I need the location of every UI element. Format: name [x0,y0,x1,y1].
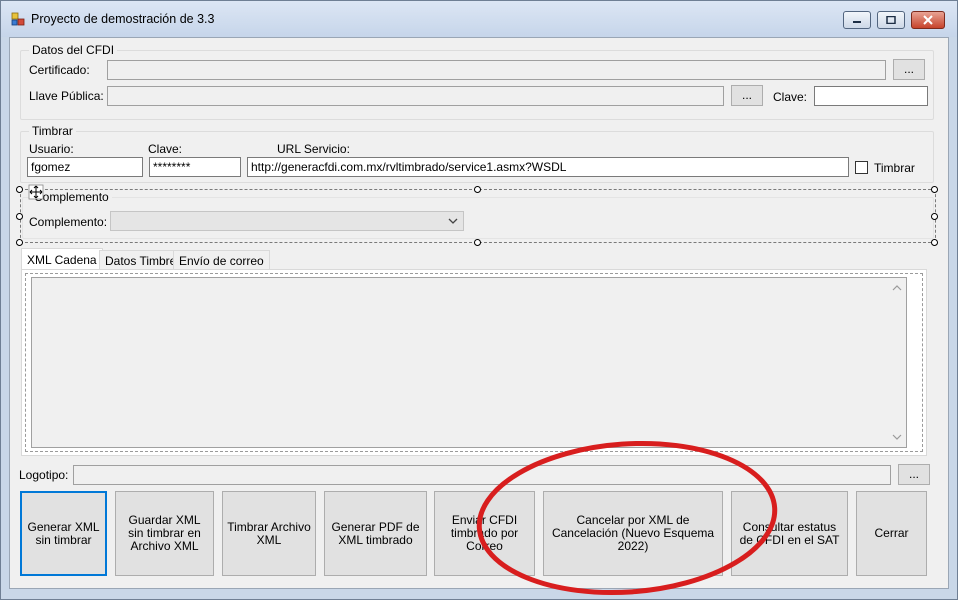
generar-pdf-button[interactable]: Generar PDF de XML timbrado [324,491,427,576]
timbrar-clave-field[interactable]: ******** [149,157,241,177]
resize-handle[interactable] [474,239,481,246]
usuario-field[interactable]: fgomez [27,157,143,177]
timbrar-checkbox[interactable] [855,161,868,174]
main-window: Proyecto de demostración de 3.3 Datos de… [0,0,958,600]
complemento-label: Complemento: [29,215,108,229]
cfdi-clave-label: Clave: [773,90,808,104]
logotipo-label: Logotipo: [19,468,69,482]
form-client-area: Datos del CFDI Certificado: ... Llave Pú… [9,37,949,589]
resize-handle[interactable] [474,186,481,193]
timbrar-group-title: Timbrar [29,124,76,138]
resize-handle[interactable] [931,239,938,246]
resize-handle[interactable] [16,213,23,220]
cancelar-xml-button[interactable]: Cancelar por XML de Cancelación (Nuevo E… [543,491,723,576]
enviar-cfdi-button[interactable]: Enviar CFDI timbrado por Correo [434,491,535,576]
close-icon [923,15,933,25]
llave-publica-browse-button[interactable]: ... [731,85,763,106]
cerrar-button[interactable]: Cerrar [856,491,927,576]
logotipo-field[interactable] [73,465,891,485]
llave-publica-field[interactable] [107,86,724,106]
window-title: Proyecto de demostración de 3.3 [31,12,215,26]
timbrar-archivo-button[interactable]: Timbrar Archivo XML [222,491,316,576]
certificado-field[interactable] [107,60,886,80]
generar-xml-button[interactable]: Generar XML sin timbrar [20,491,107,576]
tab-xml-cadena[interactable]: XML Cadena [21,248,103,270]
cfdi-group-title: Datos del CFDI [29,43,118,57]
xml-cadena-textarea[interactable] [31,277,907,448]
complemento-dropdown[interactable] [110,211,464,231]
move-handle-icon[interactable] [28,184,44,200]
maximize-button[interactable] [877,11,905,29]
tab-envio-correo[interactable]: Envío de correo [173,250,270,270]
consultar-estatus-button[interactable]: Consultar estatus de CFDI en el SAT [731,491,848,576]
maximize-icon [886,16,896,24]
resize-handle[interactable] [16,239,23,246]
chevron-down-icon [448,218,458,224]
minimize-icon [853,21,861,23]
logotipo-browse-button[interactable]: ... [898,464,930,485]
scroll-up-icon[interactable] [891,283,903,293]
minimize-button[interactable] [843,11,871,29]
cfdi-clave-field[interactable] [814,86,928,106]
usuario-label: Usuario: [29,142,74,156]
title-bar[interactable]: Proyecto de demostración de 3.3 [1,1,957,37]
url-servicio-field[interactable]: http://generacfdi.com.mx/rvltimbrado/ser… [247,157,849,177]
timbrar-clave-label: Clave: [148,142,183,156]
resize-handle[interactable] [931,213,938,220]
tab-control: XML Cadena Datos Timbre Envío de correo [21,248,927,456]
resize-handle[interactable] [16,186,23,193]
certificado-browse-button[interactable]: ... [893,59,925,80]
scroll-down-icon[interactable] [891,432,903,442]
tab-datos-timbre[interactable]: Datos Timbre [99,250,183,270]
timbrar-checkbox-label[interactable]: Timbrar [874,161,915,175]
app-icon [11,12,25,26]
close-button[interactable] [911,11,945,29]
certificado-label: Certificado: [29,63,90,77]
llave-publica-label: Llave Pública: [29,89,104,103]
resize-handle[interactable] [931,186,938,193]
url-servicio-label: URL Servicio: [277,142,350,156]
guardar-xml-button[interactable]: Guardar XML sin timbrar en Archivo XML [115,491,214,576]
tab-panel-xml-cadena [21,269,927,456]
